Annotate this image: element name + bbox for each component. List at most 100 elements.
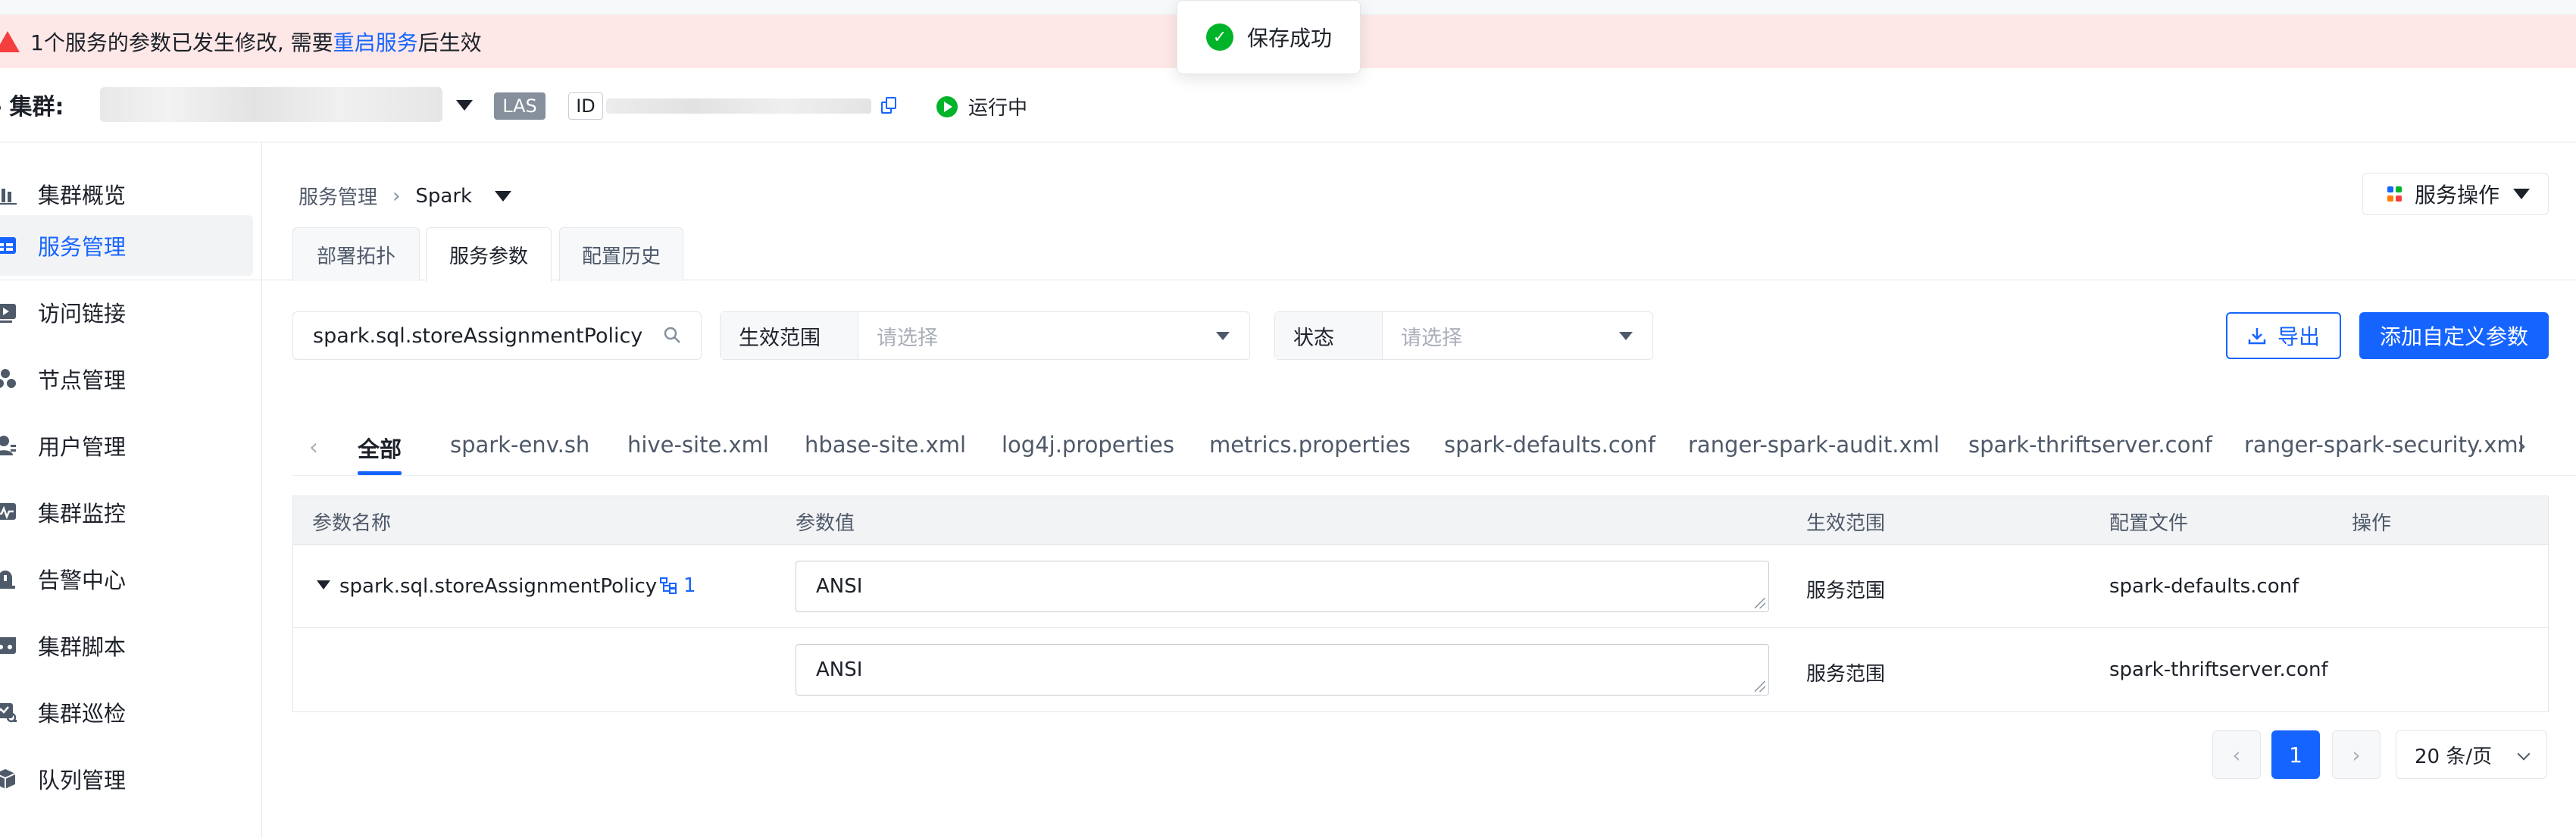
status-filter-label: 状态 bbox=[1275, 312, 1383, 359]
export-button[interactable]: 导出 bbox=[2226, 312, 2341, 359]
add-custom-param-button[interactable]: 添加自定义参数 bbox=[2359, 312, 2549, 359]
service-switch-dropdown[interactable] bbox=[495, 190, 512, 202]
sidebar-item-label: 集群脚本 bbox=[38, 634, 127, 660]
sidebar-item-label: 集群监控 bbox=[38, 501, 127, 527]
copy-icon[interactable] bbox=[881, 97, 898, 115]
running-status-icon bbox=[936, 95, 958, 117]
restart-service-link[interactable]: 重启服务 bbox=[333, 27, 418, 57]
search-input-value: spark.sql.storeAssignmentPolicy bbox=[313, 324, 643, 348]
resize-handle-icon[interactable] bbox=[1755, 598, 1765, 608]
sidebar-item-cluster-scripts[interactable]: 集群脚本 bbox=[0, 615, 253, 676]
check-circle-icon: ✓ bbox=[1206, 23, 1233, 51]
chevron-left-icon[interactable]: ‹ bbox=[309, 434, 318, 461]
file-tab-spark-defaults[interactable]: spark-defaults.conf bbox=[1444, 432, 1655, 458]
param-scope: 服务范围 bbox=[1806, 663, 1886, 686]
file-tab-spark-thriftserver[interactable]: spark-thriftserver.conf bbox=[1968, 432, 2212, 458]
cluster-name-redacted bbox=[100, 87, 442, 122]
tab-deployment-topology[interactable]: 部署拓扑 bbox=[292, 227, 420, 281]
sidebar-item-label: 队列管理 bbox=[38, 768, 127, 793]
chevron-down-icon bbox=[456, 100, 473, 111]
chevron-down-icon bbox=[495, 190, 512, 202]
sidebar-item-cluster-monitoring[interactable]: 集群监控 bbox=[0, 482, 253, 543]
sidebar-item-label: 访问链接 bbox=[38, 301, 127, 327]
file-tab-all[interactable]: 全部 bbox=[358, 432, 402, 464]
apps-grid-icon bbox=[2387, 186, 2402, 202]
file-tab-ranger-spark-security[interactable]: ranger-spark-security.xml bbox=[2244, 432, 2524, 458]
sidebar-item-access-links[interactable]: 访问链接 bbox=[0, 282, 253, 342]
cluster-id-tag: ID bbox=[568, 92, 603, 120]
banner-text-prefix: 1个服务的参数已发生修改, 需要 bbox=[30, 30, 333, 55]
bar-chart-icon bbox=[0, 183, 17, 205]
param-config-file: spark-thriftserver.conf bbox=[2109, 658, 2328, 681]
file-tab-hbase-site[interactable]: hbase-site.xml bbox=[805, 432, 966, 458]
search-icon[interactable] bbox=[663, 326, 681, 344]
file-tab-log4j[interactable]: log4j.properties bbox=[1002, 432, 1174, 458]
breadcrumb-current: Spark bbox=[415, 184, 473, 208]
warning-icon bbox=[0, 31, 20, 52]
col-header-param-name: 参数名称 bbox=[312, 512, 392, 535]
table-header bbox=[293, 496, 2548, 545]
cube-icon bbox=[0, 768, 17, 790]
sidebar-item-node-management[interactable]: 节点管理 bbox=[0, 349, 253, 409]
file-tab-spark-env[interactable]: spark-env.sh bbox=[450, 432, 589, 458]
cluster-id-redacted bbox=[606, 98, 871, 114]
sidebar-item-queue-management[interactable]: 队列管理 bbox=[0, 749, 253, 809]
reference-count-value: 1 bbox=[683, 574, 696, 597]
tab-service-params[interactable]: 服务参数 bbox=[426, 227, 552, 282]
file-tabs-divider bbox=[292, 475, 2576, 476]
sidebar-item-label: 集群概览 bbox=[38, 183, 127, 208]
page-number-current[interactable]: 1 bbox=[2271, 730, 2320, 779]
chevron-down-icon bbox=[2513, 189, 2531, 199]
param-value-input[interactable]: ANSI bbox=[796, 644, 1769, 696]
sidebar-item-user-management[interactable]: 用户管理 bbox=[0, 415, 253, 476]
banner-text-suffix: 后生效 bbox=[417, 30, 482, 55]
chevron-down-icon bbox=[1216, 331, 1230, 340]
status-filter-placeholder: 请选择 bbox=[1401, 326, 1462, 350]
active-tab-indicator bbox=[358, 471, 402, 475]
chevron-down-icon bbox=[1619, 331, 1633, 340]
sidebar-item-label: 节点管理 bbox=[38, 367, 127, 393]
cluster-switch-dropdown[interactable] bbox=[456, 100, 473, 111]
script-icon bbox=[0, 634, 17, 657]
col-header-scope: 生效范围 bbox=[1806, 512, 1886, 535]
sidebar-item-cluster-inspection[interactable]: 集群巡检 bbox=[0, 682, 253, 743]
scope-filter-label: 生效范围 bbox=[721, 312, 858, 359]
cluster-label-dash: - bbox=[0, 94, 2, 120]
user-icon bbox=[0, 434, 17, 457]
cluster-label: -集群: bbox=[0, 88, 64, 121]
col-header-config-file: 配置文件 bbox=[2109, 512, 2189, 535]
scope-filter-placeholder: 请选择 bbox=[877, 326, 938, 350]
sidebar-item-label: 用户管理 bbox=[38, 434, 127, 460]
sidebar-item-label: 集群巡检 bbox=[38, 701, 127, 727]
chevron-right-icon: › bbox=[392, 184, 401, 208]
chevron-right-icon[interactable]: › bbox=[2517, 431, 2527, 460]
file-tab-metrics[interactable]: metrics.properties bbox=[1209, 432, 1411, 458]
reference-count[interactable]: 1 bbox=[659, 574, 696, 597]
next-page-button[interactable]: › bbox=[2332, 730, 2381, 779]
alarm-icon bbox=[0, 568, 17, 590]
file-tab-hive-site[interactable]: hive-site.xml bbox=[627, 432, 769, 458]
tab-config-history[interactable]: 配置历史 bbox=[559, 227, 683, 281]
status-filter[interactable]: 状态 请选择 bbox=[1274, 311, 1653, 360]
page-size-value: 20 条/页 bbox=[2415, 745, 2493, 768]
scope-filter[interactable]: 生效范围 请选择 bbox=[720, 311, 1250, 360]
sidebar-item-label: 告警中心 bbox=[38, 568, 127, 593]
nodes-icon bbox=[0, 367, 17, 390]
service-operations-button[interactable]: 服务操作 bbox=[2362, 173, 2549, 215]
download-icon bbox=[2248, 328, 2266, 345]
expand-row-caret[interactable] bbox=[317, 580, 330, 589]
col-header-param-value: 参数值 bbox=[796, 512, 855, 535]
file-tab-ranger-spark-audit[interactable]: ranger-spark-audit.xml bbox=[1688, 432, 1940, 458]
export-label: 导出 bbox=[2277, 324, 2320, 349]
col-header-actions: 操作 bbox=[2352, 512, 2392, 535]
cluster-status-text: 运行中 bbox=[968, 97, 1028, 120]
param-value-input[interactable]: ANSI bbox=[796, 561, 1769, 612]
breadcrumb: 服务管理 › Spark bbox=[299, 182, 512, 210]
breadcrumb-root[interactable]: 服务管理 bbox=[299, 182, 377, 210]
resize-handle-icon[interactable] bbox=[1755, 681, 1765, 692]
page-size-select[interactable]: 20 条/页 bbox=[2396, 730, 2547, 779]
tree-icon bbox=[660, 577, 677, 594]
prev-page-button[interactable]: ‹ bbox=[2212, 730, 2261, 779]
param-search-input[interactable]: spark.sql.storeAssignmentPolicy bbox=[292, 311, 702, 360]
sidebar-item-alarm-center[interactable]: 告警中心 bbox=[0, 549, 253, 609]
